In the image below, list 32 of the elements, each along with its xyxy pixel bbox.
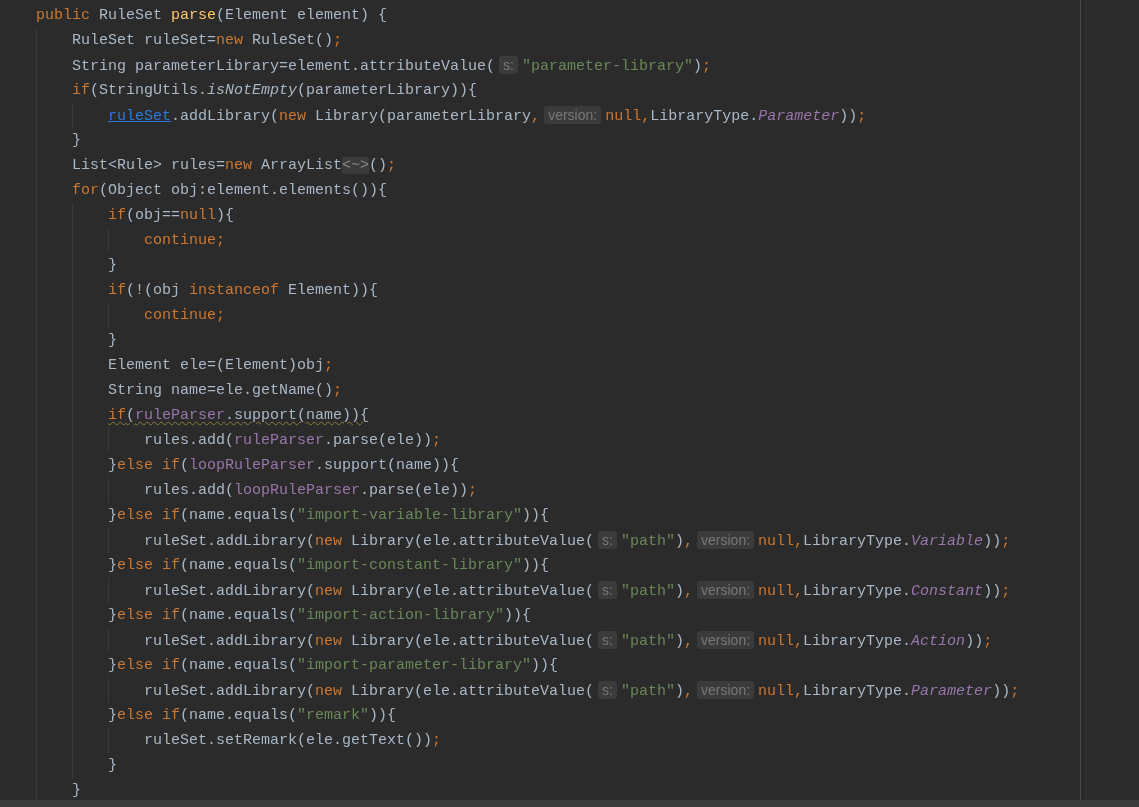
code-line: } — [72, 781, 81, 800]
code-line: } — [108, 331, 117, 351]
code-line: ruleSet.addLibrary(new Library(ele.attributeValue( s: "path"), version: null,LibraryType.Action)); — [144, 630, 993, 652]
code-line: rules.add(loopRuleParser.parse(ele)); — [144, 481, 478, 501]
code-line: if(ruleParser.support(name)){ — [108, 406, 370, 426]
code-line: } — [108, 756, 117, 776]
code-line: if(!(obj instanceof Element)){ — [108, 281, 379, 301]
code-line: }else if(name.equals("import-constant-library")){ — [108, 556, 550, 576]
code-line: }else if(loopRuleParser.support(name)){ — [108, 456, 460, 476]
code-line: public RuleSet parse(Element element) { — [36, 6, 388, 26]
code-line: }else if(name.equals("remark")){ — [108, 706, 397, 726]
code-line: ruleSet.addLibrary(new Library(ele.attributeValue( s: "path"), version: null,LibraryType.Constant)); — [144, 580, 1011, 602]
code-line: } — [72, 131, 81, 151]
code-line: } — [108, 256, 117, 276]
code-line: String parameterLibrary=element.attributeValue( s: "parameter-library"); — [72, 55, 712, 77]
code-line: }else if(name.equals("import-variable-library")){ — [108, 506, 550, 526]
code-line: String name=ele.getName(); — [108, 381, 343, 401]
code-line: ruleSet.addLibrary(new Library(ele.attributeValue( s: "path"), version: null,LibraryType.Parameter)); — [144, 680, 1020, 702]
code-line: ruleSet.setRemark(ele.getText()); — [144, 731, 442, 751]
code-line: if(StringUtils.isNotEmpty(parameterLibrary)){ — [72, 81, 478, 101]
code-line: for(Object obj:element.elements()){ — [72, 181, 388, 201]
code-line: continue; — [144, 231, 225, 251]
code-line: continue; — [144, 306, 225, 326]
code-line: RuleSet ruleSet=new RuleSet(); — [72, 31, 343, 51]
code-line: ruleSet.addLibrary(new Library(ele.attributeValue( s: "path"), version: null,LibraryType.Variable)); — [144, 530, 1011, 552]
code-line: Element ele=(Element)obj; — [108, 356, 334, 376]
code-line: }else if(name.equals("import-action-library")){ — [108, 606, 532, 626]
code-line: List<Rule> rules=new ArrayList<~>(); — [72, 156, 397, 176]
code-line: rules.add(ruleParser.parse(ele)); — [144, 431, 442, 451]
code-line: }else if(name.equals("import-parameter-library")){ — [108, 656, 559, 676]
code-line: ruleSet.addLibrary(new Library(parameterLibrary, version: null,LibraryType.Parameter)); — [108, 105, 867, 127]
code-line: if(obj==null){ — [108, 206, 235, 226]
